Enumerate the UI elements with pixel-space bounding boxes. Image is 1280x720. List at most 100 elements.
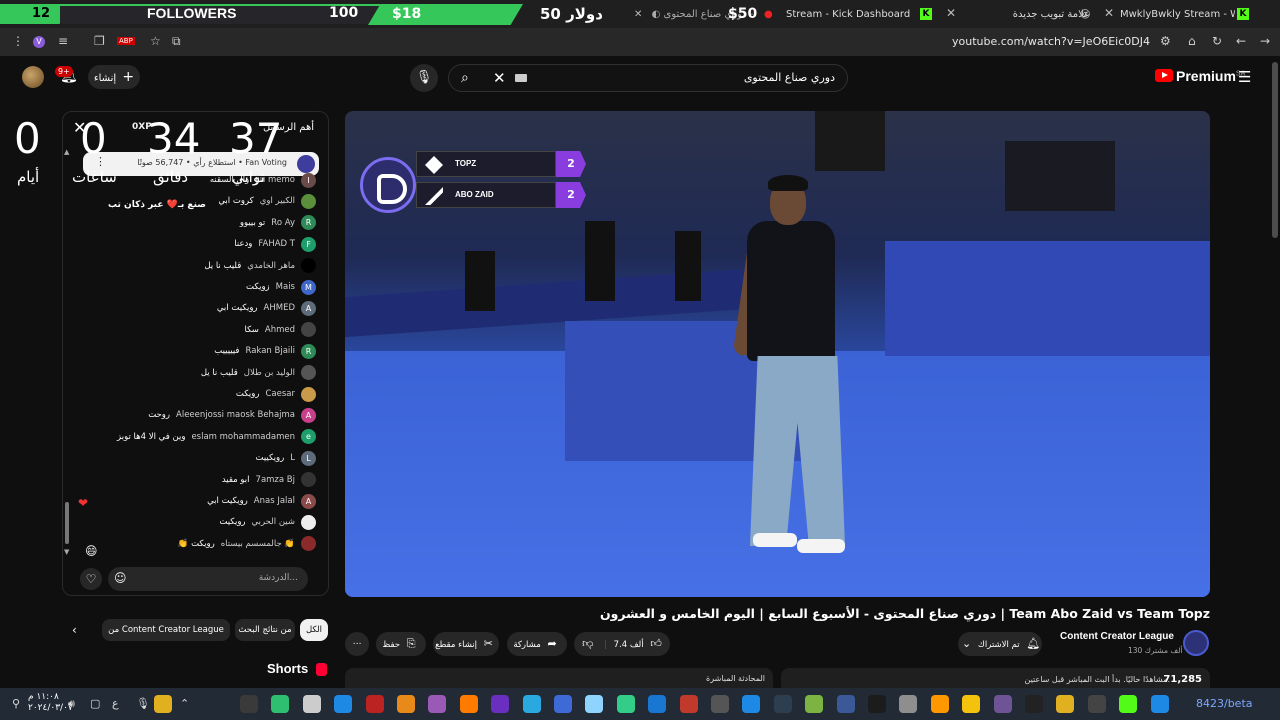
chat-author[interactable]: eslam mohammadamen	[191, 432, 295, 442]
like-icon[interactable]: 👍︎	[650, 637, 662, 650]
notifications-icon[interactable]: ▢	[90, 697, 100, 710]
close-icon[interactable]: ✕	[634, 9, 642, 20]
scroll-up-icon[interactable]: ▲	[64, 148, 69, 156]
folder-icon[interactable]	[962, 695, 981, 713]
settings-icon[interactable]	[240, 695, 258, 713]
chat-message[interactable]: L L رويكييت	[256, 450, 316, 466]
chat-avatar[interactable]: I	[301, 172, 316, 188]
clear-search-icon[interactable]: ✕	[493, 69, 506, 87]
app-icon[interactable]	[428, 695, 447, 713]
chat-message[interactable]: R Ro Ay تو بييوو	[240, 215, 316, 231]
video-player[interactable]: TOPZ 2 ABO ZAID 2	[345, 111, 1210, 597]
epic-icon[interactable]	[868, 695, 886, 713]
chat-author[interactable]: 7amza Bj	[256, 475, 295, 485]
clip-button[interactable]: إنشاء مقطع ✂	[433, 632, 499, 656]
more-vertical-icon[interactable]: ⋮	[12, 34, 24, 48]
like-dislike-button[interactable]: 👎︎ | 7.4 ألف 👍︎	[574, 632, 670, 656]
shield-icon[interactable]	[585, 695, 604, 713]
app-icon[interactable]	[993, 695, 1012, 713]
chat-author[interactable]: Aleeenjossi maosk Behajma	[176, 410, 295, 420]
steam-icon[interactable]	[742, 695, 761, 713]
emoji-icon[interactable]: ☺	[114, 571, 127, 585]
microphone-icon[interactable]: 🎙︎	[410, 64, 438, 92]
chat-avatar[interactable]	[301, 472, 316, 488]
chat-message[interactable]: A AHMED رويكيت ابي	[217, 300, 316, 316]
chat-message[interactable]: Ahmed سكا	[244, 322, 316, 338]
brave-icon[interactable]	[930, 695, 949, 713]
chat-message[interactable]: F FAHAD T ودعنا	[234, 236, 316, 252]
app-icon[interactable]	[899, 695, 918, 713]
firefox-icon[interactable]	[459, 695, 478, 713]
save-button[interactable]: حفظ ⎘	[376, 632, 426, 656]
app-icon[interactable]	[773, 695, 792, 713]
channel-avatar[interactable]	[1183, 630, 1209, 656]
app-icon[interactable]	[491, 695, 510, 713]
chat-avatar[interactable]: R	[301, 215, 316, 231]
chat-message[interactable]: ماهر الخامدي قليب نا يل	[204, 258, 316, 274]
close-icon[interactable]: ✕	[946, 6, 956, 20]
search-icon[interactable]: ⌕	[461, 70, 469, 86]
chat-author[interactable]: L	[290, 453, 295, 463]
chat-message[interactable]: e eslam mohammadamen وين في الا 4ها توبز	[117, 429, 316, 445]
keyboard-icon[interactable]	[515, 74, 527, 82]
chat-avatar[interactable]	[301, 386, 316, 402]
create-button[interactable]: إنشاء +	[88, 65, 140, 89]
chat-message[interactable]: جالمسسم بيستاه 👏 👏 رويكت	[178, 536, 316, 552]
youtube-logo[interactable]: PremiumSA	[1155, 68, 1245, 84]
back-icon[interactable]: ←	[1236, 34, 1246, 48]
chat-avatar[interactable]: F	[301, 236, 316, 252]
forward-icon[interactable]: →	[1260, 34, 1270, 48]
reload-icon[interactable]: ↻	[1212, 34, 1222, 48]
chat-author[interactable]: Ahmed	[265, 325, 295, 335]
chat-message[interactable]: الكبير اوي كروت ابي	[218, 193, 316, 209]
adblock-icon[interactable]: ABP	[117, 37, 135, 45]
chat-avatar[interactable]: A	[301, 407, 316, 423]
app-icon[interactable]	[1056, 695, 1075, 713]
more-actions-button[interactable]: ⋯	[345, 632, 369, 656]
chevron-left-icon[interactable]: ‹	[72, 623, 77, 637]
url-text[interactable]: youtube.com/watch?v=JeO6Eic0DJ4	[952, 35, 1150, 48]
chat-author[interactable]: شين الحربي	[252, 517, 295, 527]
subscribed-button[interactable]: ⌄ تم الاشتراك 🔔︎	[958, 632, 1042, 656]
chat-message[interactable]: شين الحربي رويكيت	[219, 514, 316, 530]
chat-author[interactable]: الكبير اوي	[260, 196, 295, 206]
channel-name[interactable]: Content Creator League	[1060, 631, 1174, 642]
chat-input[interactable]: ☺ الدردشة...	[108, 567, 308, 591]
edge-icon[interactable]	[522, 695, 541, 713]
app-icon[interactable]	[1087, 695, 1106, 713]
speaker-icon[interactable]: 🔊︎	[68, 697, 75, 711]
app-icon[interactable]	[836, 695, 855, 713]
reading-list-icon[interactable]: ≡	[58, 34, 68, 48]
chat-author[interactable]: Ro Ay	[271, 218, 295, 228]
chat-scrollbar[interactable]	[65, 502, 69, 544]
chip-search-results[interactable]: من نتائج البحث	[235, 619, 295, 641]
chat-avatar[interactable]: L	[301, 450, 316, 466]
chat-message[interactable]: A Anas Jalal رويكيت ابي	[207, 493, 316, 509]
chat-avatar[interactable]	[301, 514, 316, 530]
app-icon[interactable]	[302, 695, 321, 713]
chat-author[interactable]: Rakan Bjaili	[246, 346, 296, 356]
search-box[interactable]: ⌕ ✕ دوري صناع المحتوى	[448, 64, 848, 92]
site-settings-icon[interactable]: ⚙	[1160, 34, 1171, 48]
share-page-icon[interactable]: ⧉	[172, 34, 181, 49]
app-icon[interactable]	[271, 695, 290, 713]
chat-author[interactable]: الوليد بن طلال	[244, 368, 295, 378]
chat-avatar[interactable]: A	[301, 493, 316, 509]
scroll-down-icon[interactable]: ▼	[64, 548, 69, 556]
discord-icon[interactable]	[554, 695, 572, 713]
app-icon[interactable]	[805, 695, 824, 713]
chat-avatar[interactable]	[301, 365, 316, 381]
minecraft-icon[interactable]	[1119, 695, 1138, 713]
chat-author[interactable]: AHMED	[264, 303, 295, 313]
avatar[interactable]	[22, 66, 44, 88]
dislike-icon[interactable]: 👎︎	[582, 637, 593, 650]
chat-message[interactable]: M Mais زويكت	[246, 279, 316, 295]
chat-author[interactable]: Anas Jalal	[254, 496, 295, 506]
chat-author[interactable]: ماهر الخامدي	[247, 261, 295, 271]
heart-icon[interactable]: ♡	[80, 568, 102, 590]
chat-message[interactable]: R Rakan Bjaili فيييييب	[214, 343, 316, 359]
chat-message[interactable]: A Aleeenjossi maosk Behajma روحت	[148, 407, 316, 423]
taskbar-clock[interactable]: ١١:٠٨ م ٢٠٢٤/٠٣/٠٧	[28, 692, 73, 714]
network-icon[interactable]: ⚲	[12, 697, 20, 710]
close-icon[interactable]: ✕	[1104, 6, 1114, 20]
